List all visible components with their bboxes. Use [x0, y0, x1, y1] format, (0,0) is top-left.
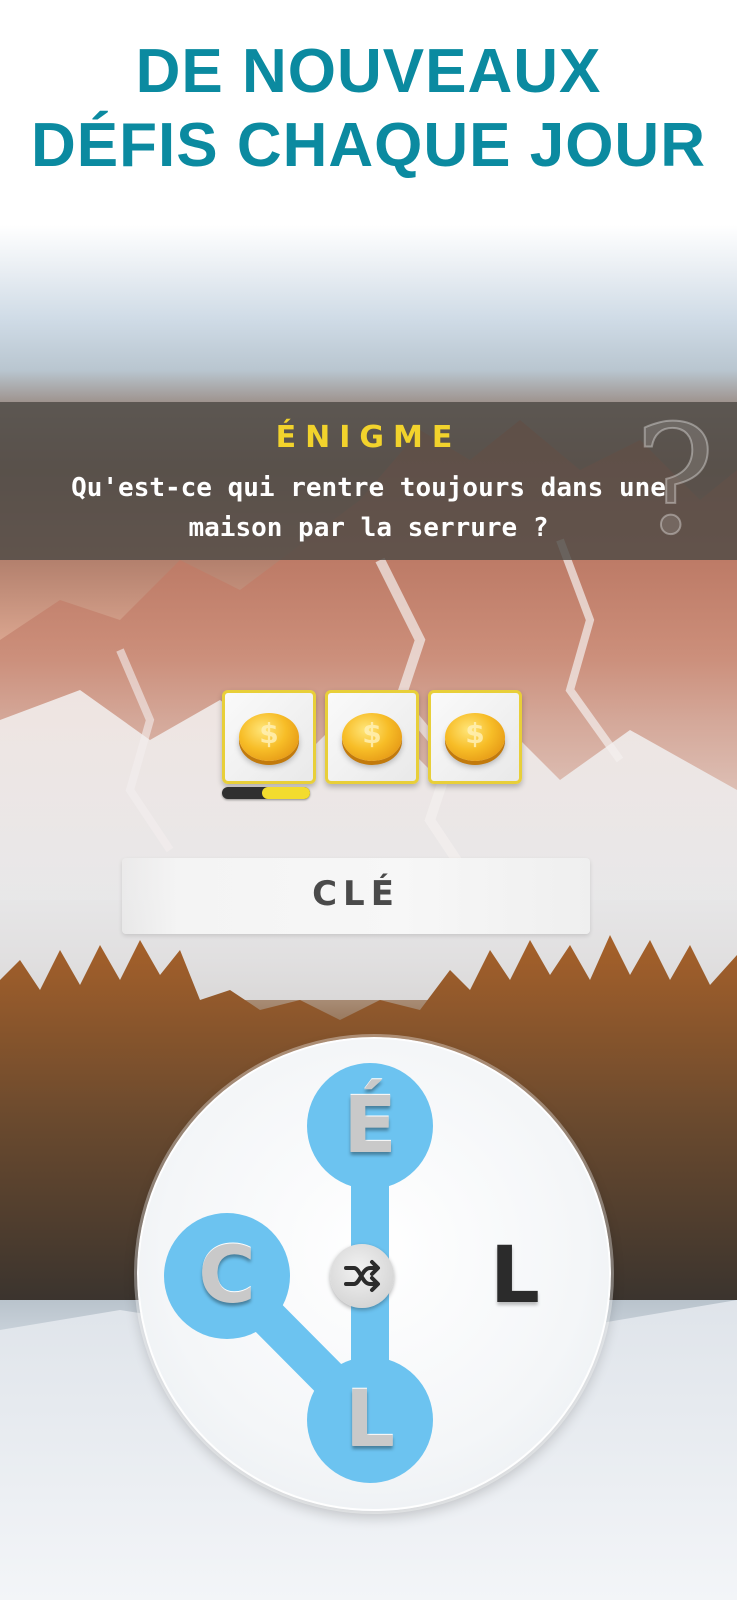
- headline-line-1: DE NOUVEAUX: [135, 37, 602, 106]
- coin-icon: [342, 713, 402, 761]
- coin-icon: [239, 713, 299, 761]
- wheel-letter-top[interactable]: É: [307, 1063, 433, 1189]
- wheel-letter-bottom[interactable]: L: [307, 1357, 433, 1483]
- headline-line-2: DÉFIS CHAQUE JOUR: [31, 111, 706, 180]
- shuffle-icon: [344, 1260, 380, 1292]
- coin-icon: [445, 713, 505, 761]
- hint-progress-fill: [261, 787, 310, 799]
- wheel-letter-right[interactable]: L: [452, 1213, 578, 1339]
- game-screen: DE NOUVEAUX DÉFIS CHAQUE JOUR ? ÉNIGME Q…: [0, 0, 737, 1600]
- hint-tile-1[interactable]: [222, 690, 316, 784]
- hint-tile-3[interactable]: [428, 690, 522, 784]
- answer-word: CLÉ: [312, 874, 400, 914]
- riddle-question: Qu'est-ce qui rentre toujours dans une m…: [71, 473, 666, 543]
- wheel-letter-left[interactable]: C: [164, 1213, 290, 1339]
- shuffle-button[interactable]: [330, 1244, 394, 1308]
- hint-tile-2[interactable]: [325, 690, 419, 784]
- hint-progress-bar: [222, 787, 310, 799]
- riddle-title: ÉNIGME: [275, 420, 462, 455]
